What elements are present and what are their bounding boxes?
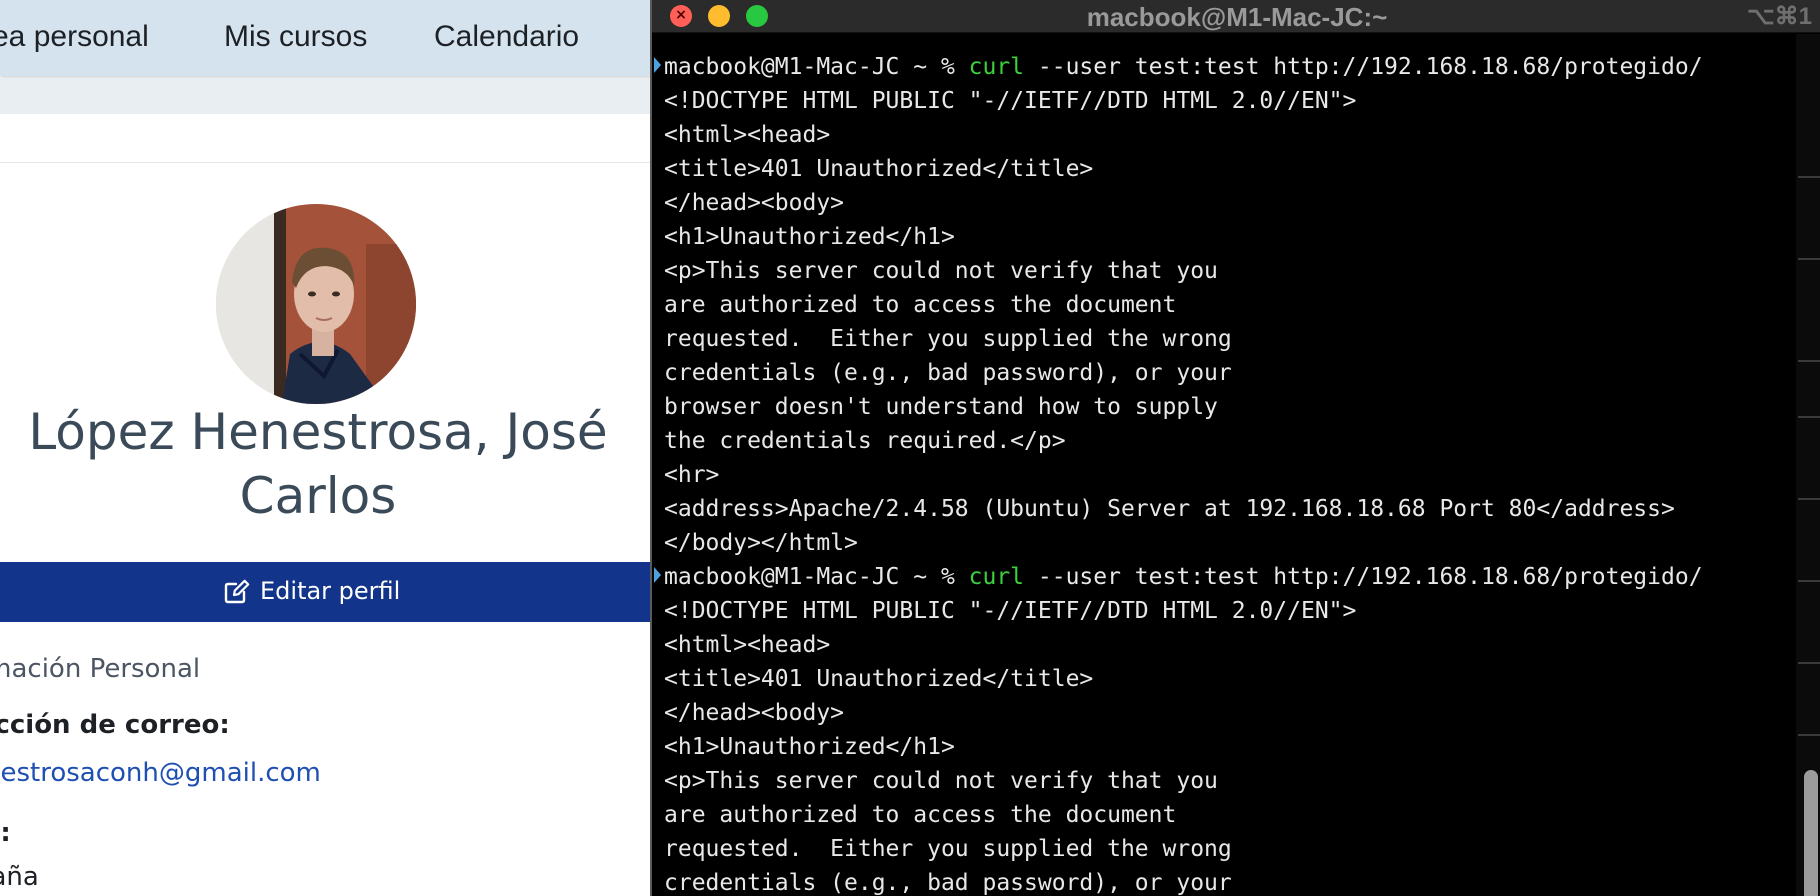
terminal-command-line: macbook@M1-Mac-JC ~ % curl --user test:t… <box>654 560 1764 594</box>
nav-item-calendario[interactable]: Calendario <box>434 20 579 54</box>
window-shortcut: ⌥⌘1 <box>1746 3 1812 30</box>
terminal-output-line: requested. Either you supplied the wrong <box>664 326 1232 352</box>
scroll-mark <box>1798 498 1820 500</box>
terminal-output-line: <hr> <box>664 462 720 488</box>
prompt-text: macbook@M1-Mac-JC ~ % <box>664 564 969 590</box>
scrollbar-thumb[interactable] <box>1804 770 1818 896</box>
terminal-output-line: <title>401 Unauthorized</title> <box>664 666 1094 692</box>
profile-avatar <box>216 204 416 404</box>
nav-item-mis-cursos[interactable]: Mis cursos <box>224 20 367 54</box>
terminal-output-line: browser doesn't understand how to supply <box>664 394 1218 420</box>
terminal-title: macbook@M1-Mac-JC:~ <box>1086 2 1388 32</box>
terminal-output-line: are authorized to access the document <box>664 292 1177 318</box>
section-title-personal-info: ormación Personal <box>0 654 201 684</box>
terminal-command-line: macbook@M1-Mac-JC ~ % curl --user test:t… <box>654 50 1764 84</box>
profile-name-line-1: López Henestrosa, José <box>28 403 608 461</box>
terminal-output-line: are authorized to access the document <box>664 802 1177 828</box>
terminal-scrollbar[interactable] <box>1796 34 1820 896</box>
command-arguments: --user test:test http://192.168.18.68/pr… <box>1024 564 1703 590</box>
terminal-output-line: <address>Apache/2.4.58 (Ubuntu) Server a… <box>664 496 1675 522</box>
top-navigation-bar: ea personal Mis cursos Calendario <box>0 0 660 76</box>
profile-full-name: López Henestrosa, José Carlos <box>0 400 636 528</box>
terminal-title-bar[interactable]: × macbook@M1-Mac-JC:~ ⌥⌘1 <box>652 0 1820 33</box>
browser-window: ea personal Mis cursos Calendario López … <box>0 0 660 896</box>
terminal-output-line: <h1>Unauthorized</h1> <box>664 224 955 250</box>
page-header-band <box>0 78 660 114</box>
email-link[interactable]: nestrosaconh@gmail.com <box>0 758 321 788</box>
terminal-window[interactable]: × macbook@M1-Mac-JC:~ ⌥⌘1 macbook@M1-Mac… <box>650 0 1820 896</box>
terminal-output-line: <html><head> <box>664 122 831 148</box>
terminal-output-line: </head><body> <box>664 700 845 726</box>
country-label: ís: <box>0 818 11 848</box>
command-arguments: --user test:test http://192.168.18.68/pr… <box>1024 54 1703 80</box>
terminal-output-line: <!DOCTYPE HTML PUBLIC "-//IETF//DTD HTML… <box>664 88 1357 114</box>
edit-profile-button[interactable]: Editar perfil <box>0 562 654 622</box>
scroll-mark <box>1798 416 1820 418</box>
email-label: rección de correo: <box>0 710 230 740</box>
terminal-output-line: </head><body> <box>664 190 845 216</box>
terminal-output-line: <h1>Unauthorized</h1> <box>664 734 955 760</box>
edit-profile-label: Editar perfil <box>260 577 401 605</box>
nav-item-area-personal[interactable]: ea personal <box>0 20 149 54</box>
terminal-output[interactable]: macbook@M1-Mac-JC ~ % curl --user test:t… <box>654 50 1764 896</box>
country-value: paña <box>0 862 39 892</box>
scroll-mark <box>1798 662 1820 664</box>
profile-name-line-2: Carlos <box>239 467 397 525</box>
scroll-mark <box>1798 360 1820 362</box>
terminal-output-line: the credentials required.</p> <box>664 428 1066 454</box>
prompt-marker-icon <box>654 567 661 583</box>
scroll-mark <box>1798 580 1820 582</box>
terminal-output-line: credentials (e.g., bad password), or you… <box>664 360 1232 386</box>
card-divider <box>0 162 660 163</box>
command-name: curl <box>968 564 1025 590</box>
scroll-mark <box>1798 258 1820 260</box>
avatar-photo <box>216 204 416 404</box>
terminal-output-line: <title>401 Unauthorized</title> <box>664 156 1094 182</box>
prompt-text: macbook@M1-Mac-JC ~ % <box>664 54 969 80</box>
terminal-output-line: credentials (e.g., bad password), or you… <box>664 870 1232 896</box>
prompt-marker-icon <box>654 57 661 73</box>
terminal-output-line: </body></html> <box>664 530 858 556</box>
terminal-output-line: requested. Either you supplied the wrong <box>664 836 1232 862</box>
scroll-mark <box>1798 176 1820 178</box>
scroll-mark <box>1798 734 1820 736</box>
terminal-output-line: <!DOCTYPE HTML PUBLIC "-//IETF//DTD HTML… <box>664 598 1357 624</box>
terminal-output-line: <p>This server could not verify that you <box>664 768 1218 794</box>
terminal-output-line: <html><head> <box>664 632 831 658</box>
command-name: curl <box>968 54 1025 80</box>
edit-icon <box>224 579 250 604</box>
terminal-output-line: <p>This server could not verify that you <box>664 258 1218 284</box>
